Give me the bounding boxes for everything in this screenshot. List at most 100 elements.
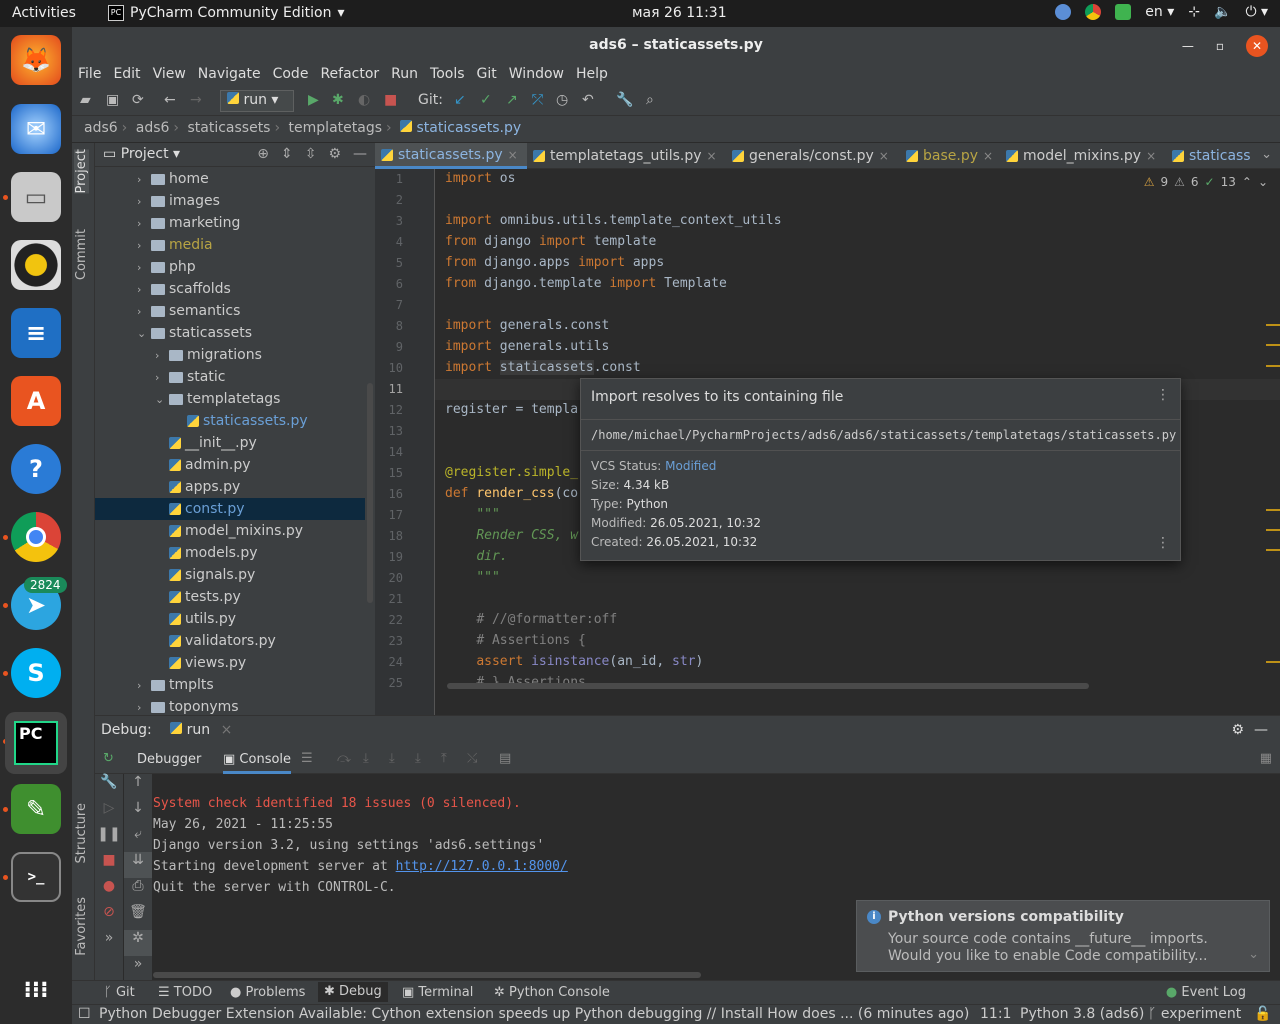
step-into-icon[interactable]: ⤓ bbox=[363, 751, 369, 766]
favorites-tool-tab[interactable]: Favorites bbox=[74, 897, 89, 956]
tree-file[interactable]: models.py bbox=[95, 542, 365, 564]
close-icon[interactable]: × bbox=[221, 722, 233, 738]
evaluate-icon[interactable]: ▤ bbox=[499, 751, 511, 766]
terminal-tool-tab[interactable]: ▣ Terminal bbox=[402, 985, 473, 1000]
editor-tab[interactable]: generals/const.py × bbox=[726, 143, 900, 169]
menu-edit[interactable]: Edit bbox=[113, 64, 146, 86]
chevron-right-icon[interactable]: › bbox=[137, 239, 147, 252]
editor-tab[interactable]: staticassets.py × bbox=[375, 143, 527, 169]
structure-tool-tab[interactable]: Structure bbox=[74, 803, 89, 863]
network-app-icon[interactable] bbox=[1055, 4, 1072, 20]
menu-code[interactable]: Code bbox=[273, 64, 315, 86]
view-breakpoints-icon[interactable]: ● bbox=[95, 878, 123, 904]
chevron-right-icon[interactable]: › bbox=[155, 371, 165, 384]
tree-file[interactable]: validators.py bbox=[95, 630, 365, 652]
open-folder-icon[interactable]: ▰ bbox=[80, 92, 91, 108]
chrome-tray-icon[interactable] bbox=[1085, 4, 1102, 20]
text-editor-icon[interactable]: ✎ bbox=[11, 784, 61, 834]
chevron-right-icon[interactable]: › bbox=[137, 261, 147, 274]
window-title-bar[interactable]: ads6 – staticassets.py — ▫ ✕ bbox=[72, 27, 1280, 64]
chevron-up-icon[interactable]: ⌃ bbox=[1242, 175, 1252, 189]
chrome-icon[interactable] bbox=[11, 512, 61, 562]
menu-git[interactable]: Git bbox=[477, 64, 503, 86]
stop-icon[interactable]: ■ bbox=[384, 92, 397, 108]
step-out-icon[interactable]: ⤒ bbox=[441, 751, 447, 766]
shield-check-icon[interactable] bbox=[1115, 4, 1132, 20]
notification-link[interactable]: Would you like to enable Code compatibil… bbox=[888, 948, 1207, 964]
tree-file[interactable]: model_mixins.py bbox=[95, 520, 365, 542]
tree-file[interactable]: const.py bbox=[95, 498, 365, 520]
menu-view[interactable]: View bbox=[153, 64, 192, 86]
rerun-icon[interactable]: ↻ bbox=[103, 751, 114, 766]
show-applications-icon[interactable]: ⁝⁝⁝ bbox=[11, 965, 61, 1015]
chevron-down-icon[interactable]: ⌄ bbox=[1248, 947, 1259, 962]
back-arrow-icon[interactable]: ← bbox=[164, 92, 176, 108]
chevron-down-icon[interactable]: ⌄ bbox=[137, 327, 147, 340]
pause-icon[interactable]: ❚❚ bbox=[95, 826, 123, 852]
editor-horizontal-scrollbar[interactable] bbox=[447, 683, 1089, 689]
tree-file[interactable]: staticassets.py bbox=[95, 410, 365, 432]
inspections-widget[interactable]: ⚠ 9 ⚠ 6 ✓ 13 ⌃ ⌄ bbox=[1144, 175, 1268, 189]
locate-icon[interactable]: ⊕ bbox=[257, 146, 269, 162]
help-icon[interactable]: ? bbox=[11, 444, 61, 494]
event-log-tool-tab[interactable]: ● Event Log bbox=[1166, 985, 1246, 1000]
menu-tools[interactable]: Tools bbox=[430, 64, 471, 86]
thunderbird-icon[interactable]: ✉ bbox=[11, 104, 61, 154]
arrow-down-icon[interactable]: ↓ bbox=[124, 800, 152, 826]
tree-folder[interactable]: › images bbox=[95, 190, 365, 212]
rhythmbox-icon[interactable] bbox=[11, 240, 61, 290]
more-icon[interactable]: » bbox=[124, 956, 152, 982]
menu-run[interactable]: Run bbox=[391, 64, 424, 86]
commit-tool-tab[interactable]: Commit bbox=[74, 229, 89, 280]
git-commit-icon[interactable]: ✓ bbox=[480, 92, 492, 108]
resume-icon[interactable]: ▷ bbox=[95, 800, 123, 826]
todo-tool-tab[interactable]: ☰ TODO bbox=[158, 985, 212, 1000]
tree-file[interactable]: tests.py bbox=[95, 586, 365, 608]
software-center-icon[interactable]: A bbox=[11, 376, 61, 426]
editor-tab[interactable]: templatetags_utils.py × bbox=[527, 143, 726, 169]
expand-all-icon[interactable]: ⇕ bbox=[281, 146, 293, 162]
notification-balloon[interactable]: i Python versions compatibility Your sou… bbox=[856, 900, 1270, 972]
tabs-overflow-icon[interactable]: ⌄ bbox=[1261, 147, 1272, 162]
menu-window[interactable]: Window bbox=[509, 64, 570, 86]
menu-file[interactable]: File bbox=[78, 64, 107, 86]
volume-icon[interactable]: 🔈 bbox=[1214, 4, 1231, 20]
libreoffice-writer-icon[interactable]: ≡ bbox=[11, 308, 61, 358]
git-update-icon[interactable]: ↙ bbox=[454, 92, 466, 108]
app-menu[interactable]: PC PyCharm Community Edition ▾ bbox=[108, 5, 345, 21]
stop-icon[interactable]: ■ bbox=[95, 852, 123, 878]
tree-folder[interactable]: › semantics bbox=[95, 300, 365, 322]
force-step-into-icon[interactable]: ⤓ bbox=[415, 751, 421, 766]
close-icon[interactable]: ✕ bbox=[1246, 35, 1268, 57]
step-over-icon[interactable]: ⤼ bbox=[337, 751, 351, 766]
terminal-icon[interactable]: >_ bbox=[11, 852, 61, 902]
tree-folder[interactable]: › tmplts bbox=[95, 674, 365, 696]
git-branch[interactable]: ᚴ experiment bbox=[1148, 1006, 1241, 1022]
wrench-icon[interactable]: 🔧 bbox=[95, 774, 123, 800]
rollback-icon[interactable]: ↶ bbox=[582, 92, 594, 108]
tab-console[interactable]: ▣ Console bbox=[223, 752, 292, 774]
git-compare-icon[interactable]: ⤱ bbox=[532, 92, 543, 108]
tree-folder[interactable]: › php bbox=[95, 256, 365, 278]
tree-folder[interactable]: › home bbox=[95, 168, 365, 190]
scroll-to-end-icon[interactable]: ⇊ bbox=[124, 852, 152, 878]
chevron-right-icon[interactable]: › bbox=[155, 349, 165, 362]
breadcrumb-item[interactable]: ads6 bbox=[136, 120, 170, 136]
step-into-my-code-icon[interactable]: ⤓ bbox=[389, 751, 395, 766]
gear-icon[interactable]: ⚙ bbox=[328, 146, 341, 162]
run-icon[interactable]: ▶ bbox=[308, 92, 319, 108]
run-to-cursor-icon[interactable]: ⤯ bbox=[467, 751, 477, 766]
debug-bug-icon[interactable]: ✱ bbox=[332, 92, 344, 108]
soft-wrap-icon[interactable]: ⤶ bbox=[124, 826, 152, 852]
debug-session-tab[interactable]: run bbox=[187, 722, 211, 738]
git-push-icon[interactable]: ↗ bbox=[506, 92, 518, 108]
chevron-right-icon[interactable]: › bbox=[137, 701, 147, 714]
tree-folder[interactable]: ⌄ templatetags bbox=[95, 388, 365, 410]
more-icon[interactable]: » bbox=[95, 930, 123, 956]
tree-file[interactable]: signals.py bbox=[95, 564, 365, 586]
print-icon[interactable]: ⎙ bbox=[124, 878, 152, 904]
run-config-select[interactable]: run ▾ bbox=[220, 90, 294, 112]
chevron-right-icon[interactable]: › bbox=[137, 283, 147, 296]
more-options-icon[interactable]: ⋮ bbox=[1156, 535, 1170, 551]
chevron-right-icon[interactable]: › bbox=[137, 173, 147, 186]
